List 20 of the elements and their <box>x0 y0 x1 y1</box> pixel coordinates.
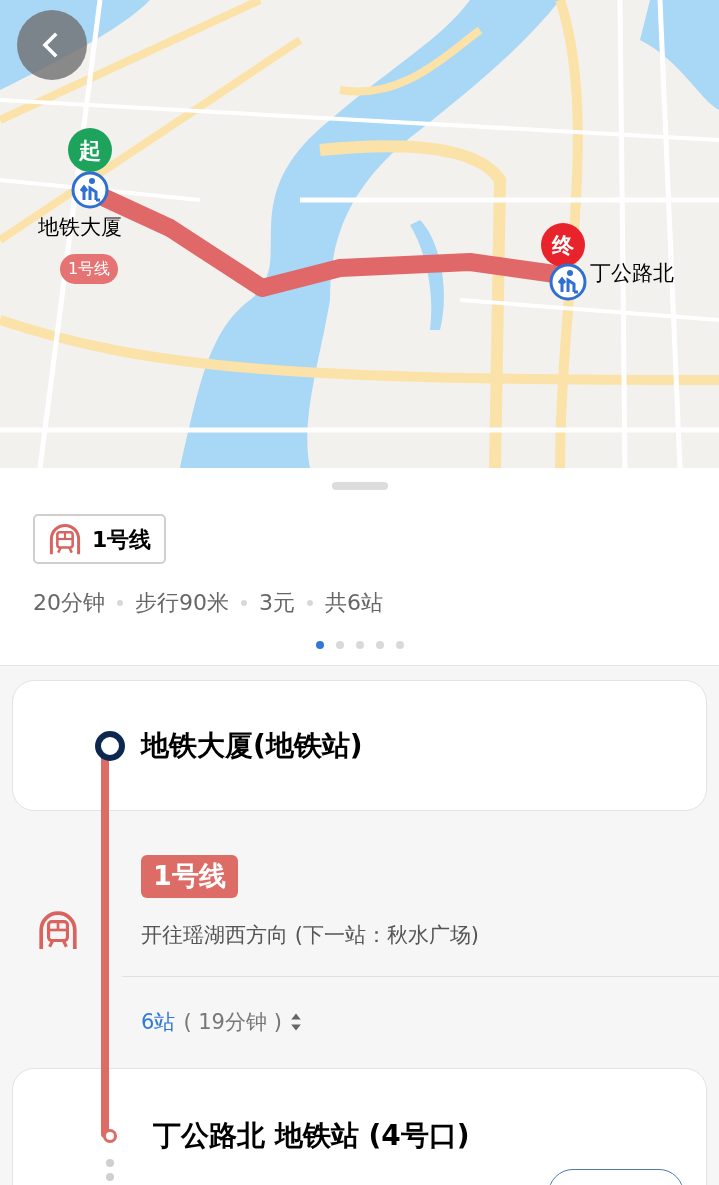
station-label: 丁公路北 <box>590 260 674 287</box>
line-name: 1号线 <box>92 525 152 554</box>
expand-icon[interactable] <box>289 1012 302 1033</box>
line-badge: 1号线 <box>141 855 238 898</box>
route-stat: 步行90米 <box>135 589 229 617</box>
route-stat: 20分钟 <box>33 589 105 617</box>
metro-icon <box>37 908 79 951</box>
route-stat: 3元 <box>259 589 295 617</box>
walk-icon <box>548 262 588 302</box>
station-name: 地铁大厦(地铁站) <box>141 727 363 764</box>
route-stat: 共6站 <box>325 589 383 617</box>
station-name: 丁公路北 地铁站 (4号口) <box>153 1118 470 1154</box>
stop-count[interactable]: 6站 <box>141 1006 176 1038</box>
line-badge: 1号线 <box>60 254 119 284</box>
ride-duration: ( 19分钟 ) <box>183 1008 282 1036</box>
metro-icon <box>48 522 82 556</box>
walk-icon <box>70 170 110 210</box>
station-label: 地铁大厦 <box>38 214 122 241</box>
direction-text: 开往瑶湖西方向 (下一站：秋水广场) <box>141 922 481 949</box>
drag-handle[interactable] <box>331 482 388 490</box>
